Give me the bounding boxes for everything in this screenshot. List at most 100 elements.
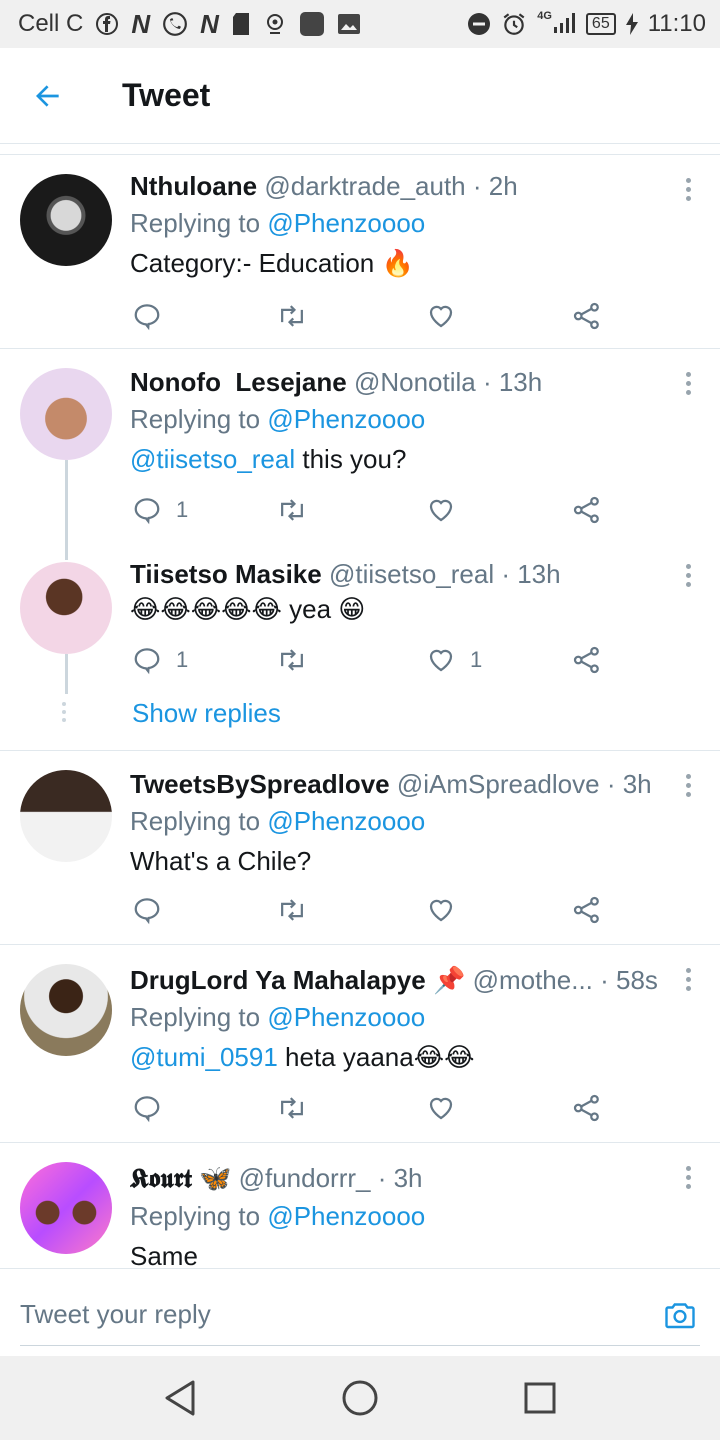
tweet-item[interactable]: Tiisetso Masike @tiisetso_real · 13h 😂😂😂… <box>0 544 720 750</box>
reply-button[interactable]: 1 <box>132 490 188 530</box>
avatar[interactable] <box>20 174 112 266</box>
tweet-actions: 1 1 <box>130 640 610 680</box>
like-button[interactable] <box>426 296 470 336</box>
more-options-icon[interactable] <box>684 774 692 800</box>
retweet-icon <box>281 1097 303 1119</box>
n-app-icon-2: N <box>200 8 219 39</box>
retweet-icon <box>281 499 303 521</box>
author-handle: @iAmSpreadlove <box>396 769 600 799</box>
nav-home-button[interactable] <box>340 1378 380 1418</box>
heart-icon <box>429 1097 453 1120</box>
more-options-icon[interactable] <box>684 178 692 204</box>
author-handle: @mothe... <box>472 965 593 995</box>
author-name[interactable]: TweetsBySpreadlove <box>130 769 390 799</box>
author-name[interactable]: DrugLord Ya Mahalapye <box>130 965 426 995</box>
mention-link[interactable]: @Phenzoooo <box>267 806 425 836</box>
reply-button[interactable] <box>132 1088 176 1128</box>
retweet-button[interactable] <box>276 490 308 530</box>
nav-back-button[interactable] <box>160 1378 200 1418</box>
tweet-item[interactable]: TweetsBySpreadlove @iAmSpreadlove · 3h R… <box>0 752 720 944</box>
mention-link[interactable]: @Phenzoooo <box>267 1002 425 1032</box>
tweet-item[interactable]: 𝕶𝖔𝖚𝖗𝖙 🦋 @fundorrr_ · 3h Replying to @Phe… <box>0 1144 720 1268</box>
author-handle: @darktrade_auth <box>264 171 466 201</box>
tweet-text: heta yaana <box>277 1042 414 1072</box>
mention-link[interactable]: @tumi_0591 <box>130 1042 278 1072</box>
charging-icon <box>625 11 638 37</box>
camera-icon <box>665 1303 695 1329</box>
laughing-emojis: 😂😂😂😂😂 <box>130 594 282 624</box>
like-button[interactable] <box>426 1088 470 1128</box>
reply-input[interactable]: Tweet your reply <box>20 1299 211 1330</box>
more-options-icon[interactable] <box>684 968 692 994</box>
reply-icon <box>134 304 160 331</box>
grin-emoji: 😁 <box>338 594 366 624</box>
share-icon <box>573 646 599 674</box>
share-icon <box>573 896 599 924</box>
mention-link[interactable]: @Phenzoooo <box>267 208 425 238</box>
author-name[interactable]: 𝕶𝖔𝖚𝖗𝖙 <box>130 1164 192 1194</box>
nav-recents-button[interactable] <box>520 1378 560 1418</box>
page-title: Tweet <box>122 77 211 113</box>
like-count: 1 <box>470 647 483 672</box>
mention-link[interactable]: @Phenzoooo <box>267 404 425 434</box>
divider <box>0 348 720 349</box>
tweet-item[interactable]: Nthuloane @darktrade_auth · 2h Replying … <box>0 156 720 348</box>
heart-icon <box>429 499 453 522</box>
clock: 11:10 <box>647 10 706 37</box>
like-button[interactable]: 1 <box>426 640 482 680</box>
avatar[interactable] <box>20 770 112 862</box>
like-button[interactable] <box>426 490 470 530</box>
show-replies-link[interactable]: Show replies <box>132 698 281 729</box>
share-button[interactable] <box>572 490 602 530</box>
author-handle: @fundorrr_ <box>238 1163 371 1193</box>
author-name[interactable]: Tiisetso Masike <box>130 559 322 589</box>
retweet-button[interactable] <box>276 1088 308 1128</box>
share-button[interactable] <box>572 890 602 930</box>
replying-label: Replying to <box>130 208 268 238</box>
share-button[interactable] <box>572 296 602 336</box>
top-app-bar: Tweet <box>0 48 720 144</box>
system-nav-bar <box>0 1356 720 1440</box>
tweet-item[interactable]: Nonofo Lesejane @Nonotila · 13h Replying… <box>0 350 720 544</box>
mention-link[interactable]: @tiisetso_real <box>130 444 295 474</box>
back-button[interactable] <box>0 48 96 144</box>
share-button[interactable] <box>572 1088 602 1128</box>
replying-label: Replying to <box>130 806 268 836</box>
retweet-icon <box>281 305 303 327</box>
tweet-text: Same <box>130 1241 198 1268</box>
retweet-button[interactable] <box>276 640 308 680</box>
avatar[interactable] <box>20 562 112 654</box>
tweet-text-content: Category:- Education <box>130 248 375 278</box>
retweet-button[interactable] <box>276 296 308 336</box>
share-icon <box>573 302 599 330</box>
reply-button[interactable]: 1 <box>132 640 188 680</box>
reply-button[interactable] <box>132 296 176 336</box>
input-underline <box>20 1345 700 1346</box>
reply-count: 1 <box>176 497 189 522</box>
retweet-button[interactable] <box>276 890 308 930</box>
mention-link[interactable]: @Phenzoooo <box>267 1201 425 1231</box>
author-name[interactable]: Nonofo Lesejane <box>130 367 347 397</box>
author-name[interactable]: Nthuloane <box>130 171 257 201</box>
replying-label: Replying to <box>130 1002 268 1032</box>
tweet-item[interactable]: DrugLord Ya Mahalapye 📌 @mothe... · 58s … <box>0 946 720 1142</box>
app-icon <box>299 11 325 37</box>
avatar[interactable] <box>20 368 112 460</box>
reply-button[interactable] <box>132 890 176 930</box>
reply-composer: Tweet your reply <box>0 1268 720 1356</box>
more-options-icon[interactable] <box>684 372 692 398</box>
signal-icon: 4G <box>537 10 576 37</box>
more-options-icon[interactable] <box>684 1166 692 1192</box>
camera-button[interactable] <box>662 1297 698 1338</box>
share-button[interactable] <box>572 640 602 680</box>
butterfly-emoji: 🦋 <box>198 1163 232 1193</box>
more-options-icon[interactable] <box>684 564 692 590</box>
tweet-time: · 13h <box>501 559 561 589</box>
avatar[interactable] <box>20 1162 112 1254</box>
avatar[interactable] <box>20 964 112 1056</box>
heart-icon <box>429 899 453 922</box>
author-handle: @tiisetso_real <box>328 559 495 589</box>
like-button[interactable] <box>426 890 470 930</box>
facebook-icon <box>95 11 119 37</box>
network-type: 4G <box>537 10 552 22</box>
